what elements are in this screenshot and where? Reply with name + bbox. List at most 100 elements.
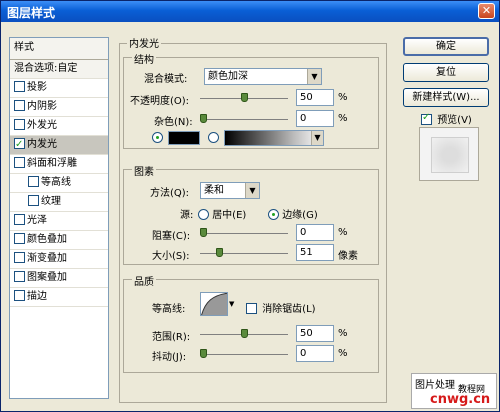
style-item-label: 描边	[27, 291, 47, 302]
style-item[interactable]: 图案叠加	[10, 269, 108, 288]
ok-button[interactable]: 确定	[403, 37, 489, 56]
style-item-label: 内发光	[27, 139, 57, 150]
slider-thumb[interactable]	[200, 228, 207, 237]
choke-label: 阻塞(C):	[152, 231, 191, 242]
style-item[interactable]: 颜色叠加	[10, 231, 108, 250]
radio-selected[interactable]	[268, 209, 279, 220]
style-item[interactable]: 内发光	[10, 136, 108, 155]
noise-input[interactable]: 0	[296, 110, 334, 127]
style-item[interactable]: 斜面和浮雕	[10, 155, 108, 174]
noise-unit: %	[338, 113, 348, 124]
new-style-button[interactable]: 新建样式(W)...	[403, 88, 489, 107]
section-title: 内发光	[127, 35, 161, 50]
window-title: 图层样式	[7, 6, 56, 20]
style-item-label: 颜色叠加	[27, 234, 67, 245]
method-label: 方法(Q):	[150, 188, 190, 199]
style-item[interactable]: 外发光	[10, 117, 108, 136]
edge-option[interactable]: 边缘(G)	[268, 206, 318, 221]
quality-title: 品质	[132, 273, 156, 288]
chevron-down-icon[interactable]: ▼	[229, 292, 236, 316]
style-list-header[interactable]: 样式	[10, 38, 108, 60]
noise-label: 杂色(N):	[154, 117, 193, 128]
slider-thumb[interactable]	[241, 329, 248, 338]
style-item[interactable]: 光泽	[10, 212, 108, 231]
gradient-radio[interactable]	[208, 132, 219, 144]
checkbox[interactable]	[14, 271, 25, 282]
center-option[interactable]: 居中(E)	[198, 206, 246, 221]
style-item-label: 纹理	[41, 196, 61, 207]
glow-gradient-picker[interactable]: ▼	[224, 130, 324, 146]
radio-unselected[interactable]	[198, 209, 209, 220]
checkbox-checked[interactable]	[421, 112, 432, 125]
opacity-unit: %	[338, 92, 348, 103]
preview-swatch	[431, 137, 469, 173]
close-button[interactable]: ✕	[478, 3, 495, 19]
range-slider[interactable]	[200, 329, 288, 339]
slider-thumb[interactable]	[216, 248, 223, 257]
range-label: 范围(R):	[152, 332, 191, 343]
style-item[interactable]: 描边	[10, 288, 108, 307]
checkbox[interactable]	[14, 81, 25, 92]
slider-track	[200, 354, 288, 355]
antialias-option[interactable]: 消除锯齿(L)	[246, 300, 316, 315]
contour-picker[interactable]	[200, 292, 228, 316]
quality-group: 品质 等高线: ▼ 消除锯齿(L) 范围(R): 50 % 抖动(J): 0 %	[123, 273, 379, 373]
checkbox-checked[interactable]	[14, 136, 25, 154]
checkbox[interactable]	[14, 290, 25, 301]
style-item[interactable]: 等高线	[10, 174, 108, 193]
checkbox[interactable]	[28, 195, 39, 206]
checkbox[interactable]	[14, 233, 25, 244]
size-input[interactable]: 51	[296, 244, 334, 261]
checkbox[interactable]	[14, 214, 25, 225]
slider-track	[200, 233, 288, 234]
method-select[interactable]: 柔和 ▼	[200, 182, 260, 199]
chevron-down-icon: ▼	[307, 69, 321, 84]
size-slider[interactable]	[200, 248, 288, 258]
style-item[interactable]: 纹理	[10, 193, 108, 212]
opacity-input[interactable]: 50	[296, 89, 334, 106]
source-label: 源:	[180, 210, 194, 221]
color-radio[interactable]	[152, 132, 163, 144]
range-input[interactable]: 50	[296, 325, 334, 342]
reset-button[interactable]: 复位	[403, 63, 489, 82]
glow-color-swatch[interactable]	[168, 131, 200, 145]
preview-option[interactable]: 预览(V)	[421, 111, 472, 126]
blend-mode-label: 混合模式:	[144, 74, 188, 85]
jitter-label: 抖动(J):	[152, 352, 187, 363]
blend-mode-select[interactable]: 颜色加深 ▼	[204, 68, 322, 85]
jitter-slider[interactable]	[200, 349, 288, 359]
jitter-unit: %	[338, 348, 348, 359]
checkbox[interactable]	[14, 119, 25, 130]
slider-thumb[interactable]	[200, 349, 207, 358]
choke-input[interactable]: 0	[296, 224, 334, 241]
radio-selected[interactable]	[152, 132, 163, 143]
noise-slider[interactable]	[200, 114, 288, 124]
slider-track	[200, 253, 288, 254]
style-item-label: 光泽	[27, 215, 47, 226]
watermark-line3: cnwg.cn	[430, 392, 491, 407]
choke-slider[interactable]	[200, 228, 288, 238]
choke-unit: %	[338, 227, 348, 238]
style-item[interactable]: 内阴影	[10, 98, 108, 117]
style-item[interactable]: 渐变叠加	[10, 250, 108, 269]
range-unit: %	[338, 328, 348, 339]
size-label: 大小(S):	[152, 251, 190, 262]
method-value: 柔和	[204, 185, 224, 196]
radio-unselected[interactable]	[208, 132, 219, 143]
checkbox[interactable]	[28, 176, 39, 187]
style-item-label: 图案叠加	[27, 272, 67, 283]
layer-style-dialog: 图层样式 ✕ 样式 混合选项:自定 投影内阴影外发光内发光斜面和浮雕等高线纹理光…	[0, 0, 500, 412]
blending-options-item[interactable]: 混合选项:自定	[10, 60, 108, 79]
opacity-slider[interactable]	[200, 93, 288, 103]
jitter-input[interactable]: 0	[296, 345, 334, 362]
slider-thumb[interactable]	[200, 114, 207, 123]
checkbox[interactable]	[14, 100, 25, 111]
blend-mode-value: 颜色加深	[208, 71, 248, 82]
style-item[interactable]: 投影	[10, 79, 108, 98]
slider-thumb[interactable]	[241, 93, 248, 102]
checkbox[interactable]	[246, 303, 257, 314]
chevron-down-icon: ▼	[245, 183, 259, 198]
checkbox[interactable]	[14, 252, 25, 263]
checkbox[interactable]	[14, 157, 25, 168]
inner-glow-panel: 内发光 结构 混合模式: 颜色加深 ▼ 不透明度(O): 50 % 杂色(N):…	[117, 35, 389, 405]
